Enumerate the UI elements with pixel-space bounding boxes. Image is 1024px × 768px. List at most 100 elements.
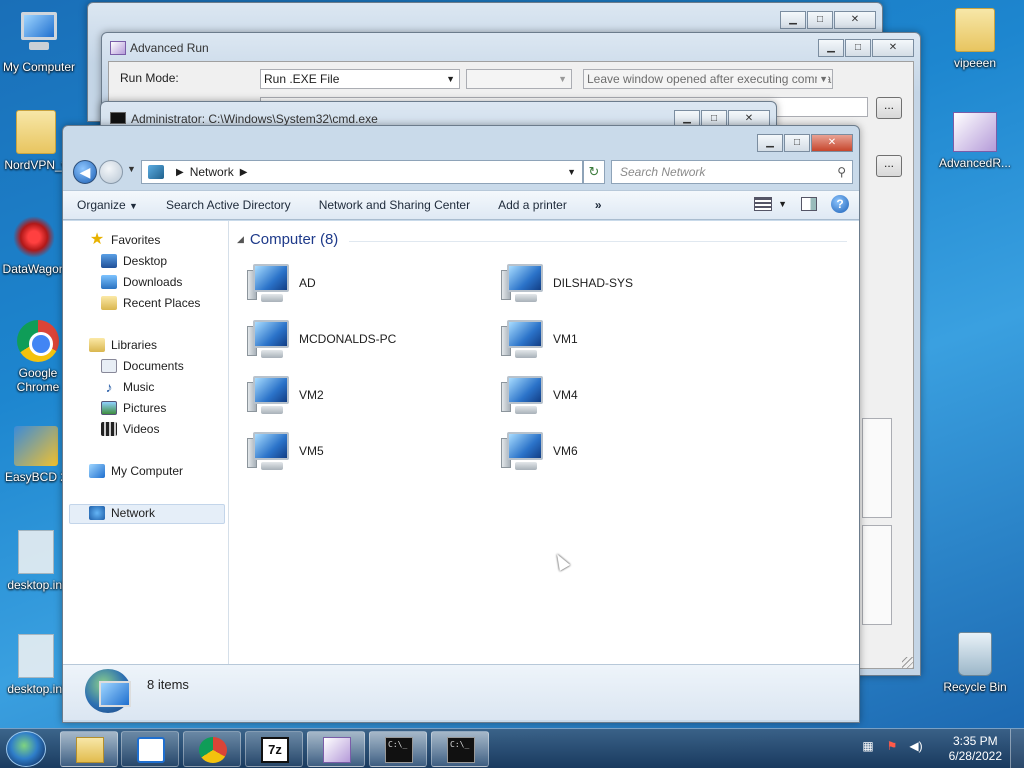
nav-network[interactable]: Network	[89, 506, 155, 520]
documents-icon	[101, 359, 117, 373]
list-item[interactable]: VM4	[501, 372, 578, 418]
nav-libraries[interactable]: Libraries	[89, 338, 157, 352]
nav-label: Videos	[123, 422, 160, 436]
nav-label: Recent Places	[123, 296, 201, 310]
list-item[interactable]: VM5	[247, 428, 324, 474]
close-button[interactable]: ✕	[872, 39, 914, 57]
breadcrumb-network[interactable]: Network	[190, 165, 234, 179]
window-option-select[interactable]: Leave window opened after executing comm…	[583, 69, 833, 89]
desktop-icon-my-computer[interactable]: My Computer	[0, 8, 81, 74]
nav-label: Documents	[123, 359, 184, 373]
taskbar-media-player[interactable]	[121, 731, 179, 767]
close-button[interactable]: ✕	[834, 11, 876, 29]
search-icon[interactable]: ⚲	[837, 161, 846, 183]
minimize-button[interactable]: ▁	[780, 11, 806, 29]
list-item[interactable]: VM2	[247, 372, 324, 418]
address-bar[interactable]: ▶ Network ▶ ▼	[141, 160, 583, 184]
nav-label: Music	[123, 380, 155, 394]
list-item[interactable]: AD	[247, 260, 316, 306]
network-computer-icon	[247, 430, 293, 472]
options-panel	[862, 418, 892, 518]
nav-label: Pictures	[123, 401, 167, 415]
resize-grip[interactable]	[902, 657, 914, 669]
taskbar-7zip[interactable]: 7z	[245, 731, 303, 767]
organize-button[interactable]: Organize ▼	[63, 198, 152, 212]
clock-time: 3:35 PM	[952, 734, 998, 748]
taskbar-cmd-2[interactable]: C:\_	[431, 731, 489, 767]
maximize-button[interactable]: □	[784, 134, 810, 152]
taskbar-cmd-1[interactable]: C:\_	[369, 731, 427, 767]
navigation-pane: ★ Favorites Desktop Downloads Recent Plac…	[63, 221, 229, 664]
help-icon[interactable]: ?	[831, 195, 849, 213]
nav-videos[interactable]: Videos	[101, 422, 159, 436]
nav-desktop[interactable]: Desktop	[101, 254, 167, 268]
clock[interactable]: 3:35 PM 6/28/2022	[949, 734, 1002, 764]
minimize-button[interactable]: ▁	[818, 39, 844, 57]
computer-name: DILSHAD-SYS	[553, 276, 634, 290]
show-desktop-button[interactable]	[1010, 729, 1024, 768]
network-computer-icon	[247, 318, 293, 360]
nav-label: Libraries	[111, 338, 158, 352]
windows-explorer-icon	[76, 737, 104, 763]
maximize-button[interactable]: □	[845, 39, 871, 57]
window-title: Advanced Run	[130, 41, 209, 55]
nav-my-computer[interactable]: My Computer	[89, 464, 183, 478]
more-commands-button[interactable]: »	[581, 198, 616, 212]
list-item[interactable]: DILSHAD-SYS	[501, 260, 633, 306]
network-sharing-center-button[interactable]: Network and Sharing Center	[305, 198, 484, 212]
breadcrumb-arrow-icon[interactable]: ▶	[176, 167, 184, 178]
videos-icon	[101, 422, 117, 436]
nav-downloads[interactable]: Downloads	[101, 275, 182, 289]
action-center-flag-icon[interactable]: ⚑	[884, 739, 900, 755]
explorer-window[interactable]: ▁ □ ✕ ◀ ▼ ▶ Network ▶ ▼ ↻ Search Network…	[62, 125, 860, 723]
preview-pane-icon[interactable]	[801, 197, 817, 211]
cmd-icon: C:\_	[447, 737, 475, 763]
start-button[interactable]	[6, 731, 46, 767]
folder-icon	[16, 110, 56, 154]
breadcrumb-arrow-icon[interactable]: ▶	[240, 167, 248, 178]
list-item[interactable]: VM1	[501, 316, 578, 362]
network-icon	[148, 165, 164, 179]
recent-pages-dropdown[interactable]: ▼	[127, 164, 136, 174]
desktop-icon-vipeeen[interactable]: vipeeen	[933, 8, 1017, 70]
browse-button-2[interactable]: ...	[876, 155, 902, 177]
taskbar-advanced-run[interactable]	[307, 731, 365, 767]
desktop-icon-label: Recycle Bin	[943, 680, 1007, 694]
desktop-icon-advancedrun[interactable]: AdvancedR...	[933, 112, 1017, 170]
nav-favorites[interactable]: ★ Favorites	[89, 232, 161, 248]
nav-music[interactable]: ♪ Music	[101, 380, 155, 394]
nav-documents[interactable]: Documents	[101, 359, 184, 373]
run-mode-select[interactable]: Run .EXE File ▼	[260, 69, 460, 89]
search-active-directory-button[interactable]: Search Active Directory	[152, 198, 305, 212]
back-button[interactable]: ◀	[73, 160, 97, 184]
browse-button[interactable]: ...	[876, 97, 902, 119]
network-tray-icon[interactable]: ▦	[860, 739, 876, 755]
group-header[interactable]: ◢ Computer (8)	[237, 231, 338, 248]
forward-button[interactable]	[99, 160, 123, 184]
refresh-button[interactable]: ↻	[583, 160, 605, 184]
nav-recent-places[interactable]: Recent Places	[101, 296, 200, 310]
list-item[interactable]: VM6	[501, 428, 578, 474]
item-count: 8 items	[147, 677, 189, 692]
list-item[interactable]: MCDONALDS-PC	[247, 316, 396, 362]
close-button[interactable]: ✕	[811, 134, 853, 152]
view-controls: ▼ ?	[754, 195, 849, 213]
address-history-dropdown[interactable]: ▼	[567, 167, 576, 177]
chevron-down-icon[interactable]: ▼	[778, 199, 787, 209]
change-view-icon[interactable]	[754, 197, 773, 211]
network-computer-icon	[247, 262, 293, 304]
maximize-button[interactable]: □	[807, 11, 833, 29]
computer-icon	[89, 464, 105, 478]
desktop-icon-recycle-bin[interactable]: Recycle Bin	[933, 632, 1017, 694]
volume-icon[interactable]: ◀)	[908, 739, 924, 755]
taskbar-windows-explorer[interactable]	[60, 731, 118, 767]
taskbar-chrome[interactable]	[183, 731, 241, 767]
search-input[interactable]: Search Network ⚲	[611, 160, 853, 184]
desktop-icon-label: Google Chrome	[16, 366, 60, 394]
media-player-icon	[137, 737, 165, 763]
nav-pictures[interactable]: Pictures	[101, 401, 166, 415]
chevron-down-icon: ▼	[129, 201, 138, 211]
collapse-triangle-icon[interactable]: ◢	[237, 234, 244, 245]
minimize-button[interactable]: ▁	[757, 134, 783, 152]
add-printer-button[interactable]: Add a printer	[484, 198, 581, 212]
